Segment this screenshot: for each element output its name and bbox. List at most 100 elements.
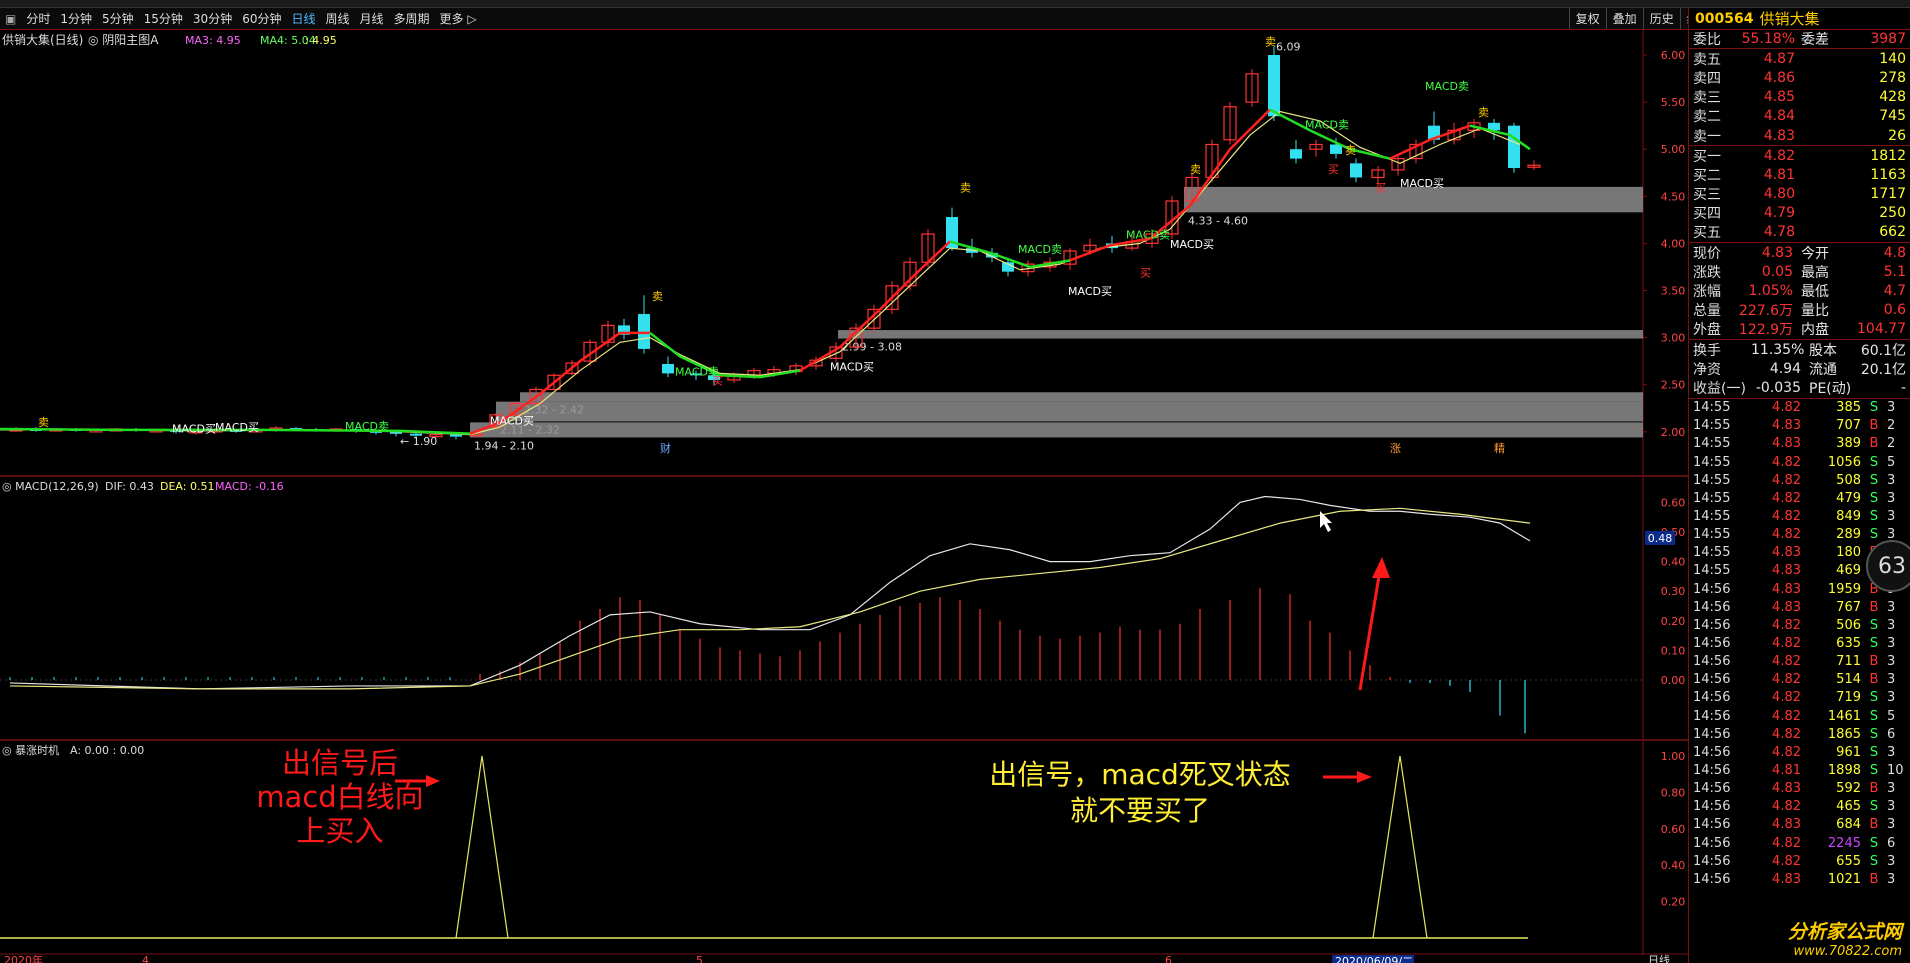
period-tab-10[interactable]: 更多 ▷ bbox=[435, 10, 482, 27]
period-tab-3[interactable]: 15分钟 bbox=[139, 10, 188, 27]
tick-row: 14:55 4.83 389 B 2 bbox=[1693, 436, 1896, 452]
x-axis-right-label: 日线 bbox=[1648, 953, 1670, 963]
sub-spike-2 bbox=[1372, 755, 1428, 939]
ask-row-0: 卖五 4.87 140 bbox=[1693, 50, 1906, 68]
tick-row: 14:56 4.82 655 S 3 bbox=[1693, 853, 1896, 869]
candle-body bbox=[638, 314, 650, 349]
macd-y-label: 0.30 bbox=[1661, 585, 1686, 598]
note-left-line: 出信号后 bbox=[282, 746, 398, 780]
period-tab-5[interactable]: 60分钟 bbox=[237, 10, 286, 27]
tick-row: 14:56 4.82 1461 S 5 bbox=[1693, 708, 1896, 724]
period-tab-1[interactable]: 1分钟 bbox=[55, 10, 97, 27]
candle-body bbox=[1290, 149, 1302, 159]
stock-name: 供销大集 bbox=[1759, 10, 1820, 28]
macd-y-label: 0.10 bbox=[1661, 644, 1686, 657]
logo-title: 分析家公式网 bbox=[1787, 920, 1902, 943]
stat-row-1: 涨跌 0.05 最高 5.1 bbox=[1693, 263, 1906, 281]
period-tab-2[interactable]: 5分钟 bbox=[97, 10, 139, 27]
tick-row: 14:55 4.82 479 S 3 bbox=[1693, 490, 1896, 506]
signal-label: 卖 bbox=[1265, 36, 1276, 49]
quote-header: 000564 供销大集 bbox=[1689, 8, 1910, 30]
tick-row: 14:56 4.81 1898 S 10 bbox=[1693, 762, 1904, 778]
period-tab-6[interactable]: 日线 bbox=[286, 10, 320, 27]
sub-y-label: 0.40 bbox=[1661, 859, 1686, 872]
period-tab-9[interactable]: 多周期 bbox=[389, 10, 435, 27]
tick-row: 14:56 4.82 1865 S 6 bbox=[1693, 726, 1896, 742]
tick-row: 14:55 4.82 385 S 3 bbox=[1693, 400, 1896, 416]
stock-code: 000564 bbox=[1695, 10, 1754, 27]
tick-row: 14:56 4.83 1021 B 3 bbox=[1693, 871, 1896, 887]
stat2-row-0: 换手 11.35% 股本 60.1亿 bbox=[1693, 341, 1906, 359]
signal-label: MACD卖 bbox=[1126, 229, 1170, 242]
quote-panel: 000564 供销大集 委比 55.18% 委差 3987 卖五 4.87 140 卖… bbox=[1688, 8, 1910, 963]
speed-indicator: 63 bbox=[1866, 540, 1910, 592]
low-label: ← 1.90 bbox=[400, 435, 437, 448]
signal-label: MACD买 bbox=[1170, 238, 1214, 251]
zone-label: 1.94 - 2.10 bbox=[474, 439, 534, 452]
toolbar-button-1[interactable]: 叠加 bbox=[1605, 8, 1643, 29]
tick-row: 14:56 4.82 719 S 3 bbox=[1693, 690, 1896, 706]
signal-label: MACD买 bbox=[215, 421, 259, 434]
candle-body bbox=[1508, 125, 1520, 169]
signal-label: MACD买 bbox=[830, 361, 874, 374]
signal-label: 卖 bbox=[1345, 144, 1356, 157]
zone-band bbox=[520, 392, 1643, 402]
chart-title: 供销大集(日线) bbox=[2, 32, 83, 47]
tick-list[interactable]: 14:55 4.82 385 S 3 14:55 4.83 707 B 2 14:55 4.83 389… bbox=[1689, 399, 1910, 889]
signal-label: MACD买 bbox=[172, 423, 216, 436]
macd-y-label: 0.60 bbox=[1661, 496, 1686, 509]
note-right-line: 出信号，macd死叉状态 bbox=[989, 758, 1291, 791]
weibi-row: 委比 55.18% 委差 3987 bbox=[1689, 30, 1910, 50]
tick-row: 14:56 4.82 2245 S 6 bbox=[1693, 835, 1896, 851]
macd-y-label: 0.00 bbox=[1661, 674, 1686, 687]
stats2-list: 换手 11.35% 股本 60.1亿 净资 4.94 流通 20.1亿 收益(一) -0.035 P… bbox=[1689, 340, 1910, 399]
x-axis-label: 5 bbox=[696, 954, 703, 963]
y-tick-label: 3.50 bbox=[1661, 285, 1686, 298]
y-tick-label: 2.00 bbox=[1661, 426, 1686, 439]
tick-row: 14:56 4.83 767 B 3 bbox=[1693, 599, 1896, 615]
tick-row: 14:56 4.82 961 S 3 bbox=[1693, 744, 1896, 760]
tick-row: 14:56 4.82 514 B 3 bbox=[1693, 672, 1896, 688]
ask-row-2: 卖三 4.85 428 bbox=[1693, 89, 1906, 107]
ask-row-1: 卖四 4.86 278 bbox=[1693, 69, 1906, 87]
x-axis-label: 2020年 bbox=[4, 953, 43, 963]
signal-label: 买 bbox=[1140, 266, 1151, 279]
logo-url: www.70822.com bbox=[1793, 943, 1902, 959]
y-tick-label: 2.50 bbox=[1661, 379, 1686, 392]
toolbar-button-2[interactable]: 历史 bbox=[1642, 8, 1680, 29]
bid-row-0: 买一 4.82 1812 bbox=[1693, 147, 1906, 165]
stat-row-3: 总量 227.6万 量比 0.6 bbox=[1693, 302, 1906, 320]
macd-dif: DIF: 0.43 bbox=[105, 480, 154, 493]
period-tab-0[interactable]: 分时 bbox=[21, 10, 55, 27]
tick-row: 14:55 4.82 849 S 3 bbox=[1693, 508, 1896, 524]
stat-row-4: 外盘 122.9万 内盘 104.77 bbox=[1693, 321, 1906, 339]
signal-label: 买 bbox=[1328, 163, 1339, 176]
candle-body bbox=[1350, 163, 1362, 178]
tick-row: 14:56 4.83 684 B 3 bbox=[1693, 817, 1896, 833]
stat-row-0: 现价 4.83 今开 4.8 bbox=[1693, 244, 1906, 262]
sub-title: ◎ 暴涨时机 bbox=[2, 743, 59, 757]
bid-row-1: 买二 4.81 1163 bbox=[1693, 166, 1906, 184]
x-axis-label: 6 bbox=[1165, 954, 1172, 963]
stat-row-2: 涨幅 1.05% 最低 4.7 bbox=[1693, 283, 1906, 301]
annotation-arrowhead bbox=[1372, 557, 1390, 578]
y-tick-label: 4.50 bbox=[1661, 190, 1686, 203]
period-tab-8[interactable]: 月线 bbox=[355, 10, 389, 27]
chart-area[interactable]: 6.00 5.50 5.00 4.50 4.00 3.50 3.00 2.50 2.00 供销大集… bbox=[0, 30, 1688, 963]
macd-current-label: 0.48 bbox=[1648, 532, 1673, 545]
toolbar-button-0[interactable]: 复权 bbox=[1568, 8, 1606, 29]
sub-y-label: 0.80 bbox=[1661, 786, 1686, 799]
sub-y-label: 1.00 bbox=[1661, 750, 1686, 763]
signal-label: 卖 bbox=[1190, 163, 1201, 176]
period-tab-7[interactable]: 周线 bbox=[321, 10, 355, 27]
note-left-arrowhead bbox=[426, 775, 440, 787]
period-tab-4[interactable]: 30分钟 bbox=[188, 10, 237, 27]
signal-label: 卖 bbox=[652, 290, 663, 303]
sub-value: A: 0.00 : 0.00 bbox=[70, 744, 144, 757]
candle-body bbox=[1268, 55, 1280, 117]
macd-y-label: 0.40 bbox=[1661, 556, 1686, 569]
toolbar-menu-icon[interactable]: ▣ bbox=[0, 12, 21, 26]
signal-label: MACD卖 bbox=[1018, 243, 1062, 256]
ask-list: 卖五 4.87 140 卖四 4.86 278 卖三 4.85 428 卖二 4.84 745 卖一 4.… bbox=[1689, 49, 1910, 147]
title-bar bbox=[0, 0, 1910, 8]
